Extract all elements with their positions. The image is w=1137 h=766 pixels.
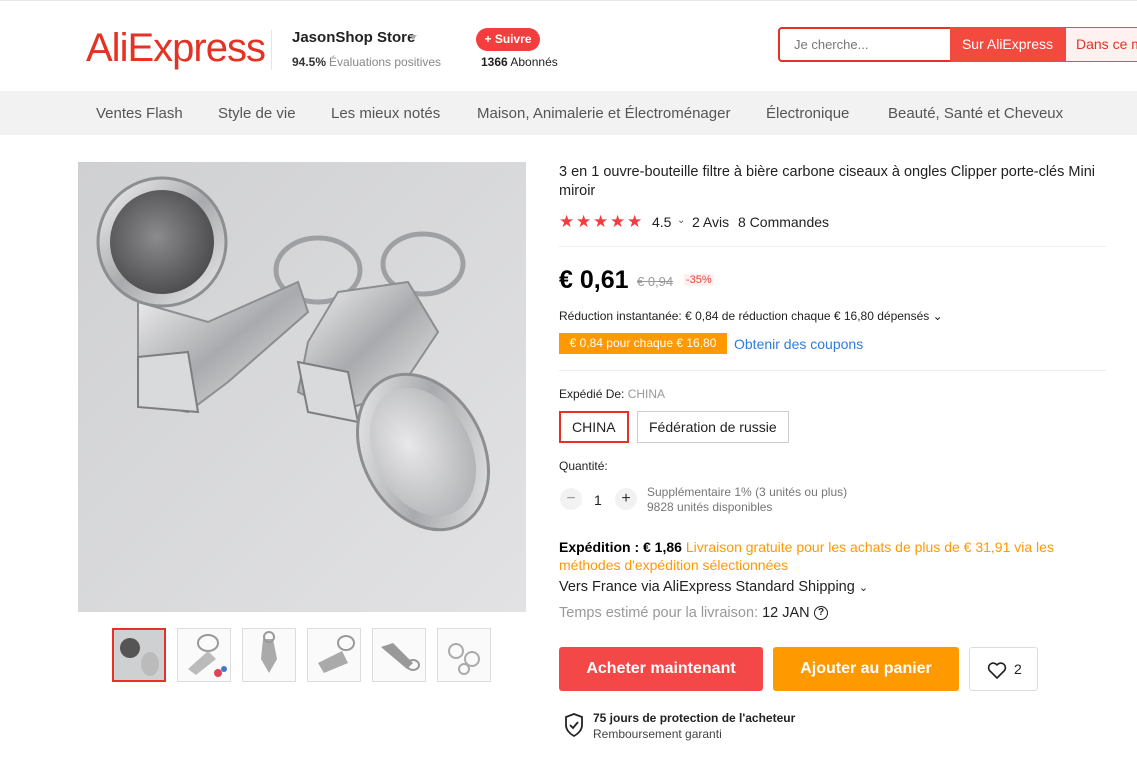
star-icon: ★ [593,212,609,231]
store-rating-label: Évaluations positives [329,55,442,69]
coupon-tag: € 0,84 pour chaque € 16,80 [559,333,727,354]
chevron-down-icon: ⌄ [932,309,943,323]
ship-from-title: Expédié De: [559,387,625,401]
search-input[interactable] [780,29,950,60]
reviews-link[interactable]: 2 Avis [692,214,729,230]
ship-option-china[interactable]: CHINA [559,411,629,443]
quantity-increase-button[interactable]: + [615,488,637,510]
product-main-image[interactable] [78,162,526,612]
nav-item-beaute[interactable]: Beauté, Santé et Cheveux [888,105,1063,122]
ship-option-russia[interactable]: Fédération de russie [637,411,789,443]
product-photo [78,162,526,612]
current-price: € 0,61 [559,266,629,294]
thumbnail-image [373,629,425,681]
quantity-value[interactable]: 1 [594,492,602,508]
chevron-down-icon[interactable]: ⌄ [677,215,685,226]
buyer-protection-subtitle: Remboursement garanti [593,727,722,741]
instant-discount[interactable]: Réduction instantanée: € 0,84 de réducti… [559,309,943,323]
thumbnail-6[interactable] [437,628,491,682]
thumbnail-image [308,629,360,681]
aliexpress-logo[interactable]: AliExpress [86,26,266,70]
nav-item-maison[interactable]: Maison, Animalerie et Électroménager [477,105,730,122]
help-icon[interactable]: ? [814,606,828,620]
top-divider [0,0,1137,1]
thumbnail-5[interactable] [372,628,426,682]
quantity-label: Quantité: [559,459,608,473]
search-aliexpress-button[interactable]: Sur AliExpress [950,27,1065,62]
quantity-note: Supplémentaire 1% (3 unités ou plus) 982… [647,485,847,515]
followers-label: Abonnés [510,55,558,69]
followers-info: 1366 Abonnés [481,55,558,69]
store-name[interactable]: JasonShop Store [292,29,415,46]
quantity-decrease-button[interactable]: − [560,488,582,510]
shipping-info: Expédition : € 1,86 Livraison gratuite p… [559,538,1099,574]
shipping-method[interactable]: Vers France via AliExpress Standard Ship… [559,579,868,595]
star-icon: ★ [610,212,626,231]
thumbnail-image [178,629,230,681]
stock-available: 9828 unités disponibles [647,500,773,514]
divider [559,370,1106,371]
header-divider [271,30,272,70]
heart-icon [987,662,1007,679]
wishlist-button[interactable]: 2 [969,647,1038,691]
instant-discount-text: Réduction instantanée: € 0,84 de réducti… [559,309,930,323]
category-nav: Ventes Flash Style de vie Les mieux noté… [0,91,1137,135]
thumbnail-4[interactable] [307,628,361,682]
thumbnail-2[interactable] [177,628,231,682]
search-box [778,27,950,62]
delivery-label: Temps estimé pour la livraison: [559,605,759,621]
thumbnail-image [243,629,295,681]
star-icon: ★ [559,212,575,231]
divider [559,246,1106,247]
nav-item-electronique[interactable]: Électronique [766,105,849,122]
thumbnail-3[interactable] [242,628,296,682]
star-icon: ★ [576,212,592,231]
add-to-cart-button[interactable]: Ajouter au panier [773,647,959,691]
product-page: AliExpress JasonShop Store 94.5% Évaluat… [0,0,1137,766]
chevron-down-icon: ⌄ [858,582,869,594]
delivery-estimate: Temps estimé pour la livraison: 12 JAN [559,605,810,621]
get-coupons-link[interactable]: Obtenir des coupons [734,336,863,352]
bulk-discount-note: Supplémentaire 1% (3 unités ou plus) [647,485,848,499]
store-rating-percent: 94.5% [292,55,327,69]
buy-now-button[interactable]: Acheter maintenant [559,647,763,691]
ship-from-value: CHINA [627,387,666,401]
buyer-protection-title: 75 jours de protection de l'acheteur [593,711,796,725]
followers-count: 1366 [481,55,508,69]
shipping-cost: Expédition : € 1,86 [559,539,682,555]
wishlist-count: 2 [1014,661,1022,677]
discount-badge: -35% [684,274,714,286]
thumbnail-1[interactable] [112,628,166,682]
nav-item-mieux-notes[interactable]: Les mieux notés [331,105,440,122]
original-price: € 0,94 [637,274,674,289]
nav-item-ventes-flash[interactable]: Ventes Flash [96,105,183,122]
thumbnail-image [438,629,490,681]
rating-value[interactable]: 4.5 [652,214,671,230]
search-store-button[interactable]: Dans ce m [1065,27,1137,62]
shield-icon [565,713,583,737]
shipping-method-text: Vers France via AliExpress Standard Ship… [559,579,855,595]
follow-button[interactable]: + Suivre [476,28,540,51]
star-icon: ★ [627,212,643,231]
product-title: 3 en 1 ouvre-bouteille filtre à bière ca… [559,164,1095,199]
ship-from-label: Expédié De: CHINA [559,387,665,401]
orders-count: 8 Commandes [738,214,830,230]
delivery-date: 12 JAN [762,605,810,621]
thumbnail-image [114,630,164,680]
nav-item-style-de-vie[interactable]: Style de vie [218,105,296,122]
store-dropdown-icon[interactable] [409,35,417,39]
